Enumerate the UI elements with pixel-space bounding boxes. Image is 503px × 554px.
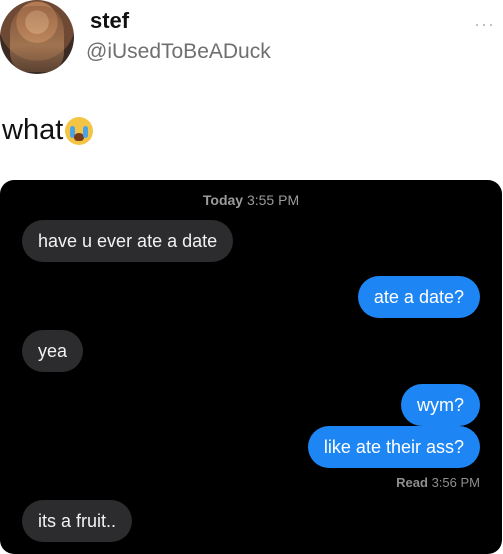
loudly-crying-face-icon [65,116,94,145]
read-receipt: Read 3:56 PM [396,475,480,490]
read-label: Read [396,475,428,490]
message-screenshot: Today 3:55 PM have u ever ate a date ate… [0,180,502,554]
chat-timestamp: Today 3:55 PM [0,192,502,208]
message-bubble-outgoing: wym? [400,384,480,426]
read-time: 3:56 PM [431,475,480,490]
message-bubble-incoming: yea [22,330,84,372]
user-handle[interactable]: @iUsedToBeADuck [86,40,271,64]
message-bubble-incoming: its a fruit.. [22,500,133,542]
message-bubble-outgoing: like ate their ass? [307,426,480,468]
tweet-body: what [2,114,64,146]
timestamp-time: 3:55 PM [246,192,300,208]
message-bubble-incoming: have u ever ate a date [22,220,234,262]
avatar[interactable] [0,0,74,74]
timestamp-day: Today [202,192,244,208]
more-options-icon[interactable]: ··· [474,14,495,35]
tweet-text: what [2,114,94,147]
display-name[interactable]: stef [90,8,129,34]
message-bubble-outgoing: ate a date? [357,276,480,318]
